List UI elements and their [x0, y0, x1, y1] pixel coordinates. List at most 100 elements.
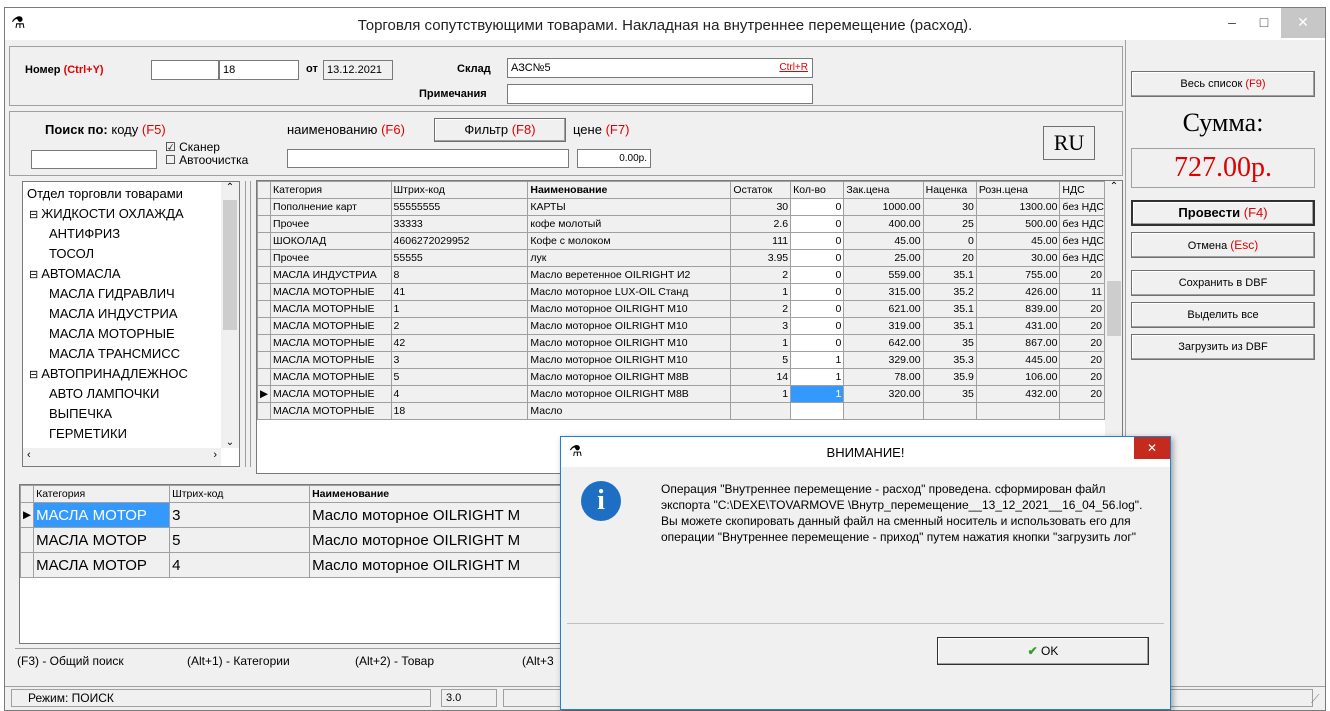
tree-item[interactable]: МАСЛА МОТОРНЫЕ — [49, 326, 175, 341]
tree-item[interactable]: АНТИФРИЗ — [49, 226, 120, 241]
name-search-input[interactable] — [287, 149, 569, 168]
chevron-right-icon[interactable]: › — [213, 449, 217, 461]
tree-item[interactable]: ⊟ АВТОМАСЛА — [29, 266, 121, 281]
table-cell[interactable]: 0 — [790, 266, 845, 284]
tree-item[interactable]: МАСЛА ИНДУСТРИА — [49, 306, 178, 321]
tree-collapse-icon[interactable]: ⊟ — [29, 269, 38, 281]
table-cell[interactable]: 1 — [790, 385, 845, 403]
table-row[interactable]: ▶ МАСЛА МОТОРНЫЕ 4 Масло моторное OILRIGHT … — [257, 385, 1105, 403]
tree-item[interactable]: ТОСОЛ — [49, 246, 94, 261]
splitter[interactable] — [245, 181, 251, 467]
products-scroll-thumb[interactable] — [1107, 281, 1121, 336]
tree-vscrollbar[interactable]: ⌃ ⌄ — [221, 182, 239, 448]
column-header[interactable]: Категория — [33, 485, 171, 503]
info-icon: i — [581, 481, 621, 521]
column-header[interactable]: Наименование — [309, 485, 571, 503]
table-cell[interactable]: 0 — [790, 215, 845, 233]
column-header[interactable]: Штрих-код — [169, 485, 311, 503]
tree-item[interactable]: ВЫПЕЧКА — [49, 406, 112, 421]
column-header[interactable]: Остаток — [730, 181, 792, 199]
column-header[interactable]: Категория — [270, 181, 392, 199]
close-button[interactable]: ✕ — [1281, 8, 1325, 38]
tree-item[interactable]: ⊟ АВТОПРИНАДЛЕЖНОС — [29, 366, 188, 381]
table-row[interactable]: МАСЛА МОТОР 4 Масло моторное OILRIGHT M — [20, 552, 571, 578]
chevron-down-icon[interactable]: ⌄ — [221, 437, 239, 448]
table-row[interactable]: ШОКОЛАД 4606272029952 Кофе с молоком 111 0 45… — [257, 232, 1105, 250]
table-row[interactable]: МАСЛА МОТОРНЫЕ 2 Масло моторное OILRIGHT М… — [257, 317, 1105, 335]
hotkey-general-search[interactable]: (F3) - Общий поиск — [17, 654, 124, 668]
table-cell[interactable]: 0 — [790, 317, 845, 335]
table-row[interactable]: МАСЛА МОТОРНЫЕ 42 Масло моторное OILRIGHT … — [257, 334, 1105, 352]
table-row[interactable]: Прочее 55555 лук 3.95 0 25.00 20 30.00 без НДС — [257, 249, 1105, 267]
table-cell[interactable]: 0 — [790, 300, 845, 318]
chevron-up-icon[interactable]: ⌃ — [221, 182, 239, 193]
table-row[interactable]: МАСЛА МОТОРНЫЕ 41 Масло моторное LUX-OIL С… — [257, 283, 1105, 301]
table-cell: Масло моторное OILRIGHT M — [309, 552, 571, 578]
select-all-button[interactable]: Выделить все — [1131, 302, 1315, 328]
full-list-button[interactable]: Весь список (F9) — [1131, 71, 1315, 97]
tree-collapse-icon[interactable]: ⊟ — [29, 369, 38, 381]
scanner-checkbox[interactable]: ☑ Сканер — [165, 141, 220, 153]
tree-collapse-icon[interactable]: ⊟ — [29, 209, 38, 221]
number-input-2[interactable]: 18 — [219, 60, 299, 80]
chevron-left-icon[interactable]: ‹ — [27, 449, 31, 461]
column-header[interactable]: Штрих-код — [390, 181, 529, 199]
column-header[interactable]: Наценка — [922, 181, 977, 199]
warehouse-input[interactable]: АЗС№5 Ctrl+R — [507, 58, 813, 78]
table-row[interactable]: Пополнение карт 55555555 КАРТЫ 30 0 1000.00 30… — [257, 198, 1105, 216]
column-header[interactable]: Кол-во — [790, 181, 845, 199]
products-grid[interactable]: Категория Штрих-код Наименование Остаток Кол… — [256, 180, 1123, 474]
table-cell[interactable]: 0 — [790, 232, 845, 250]
save-dbf-button[interactable]: Сохранить в DBF — [1131, 270, 1315, 296]
maximize-button[interactable]: □ — [1249, 8, 1279, 38]
table-row[interactable]: МАСЛА МОТОРНЫЕ 3 Масло моторное OILRIGHT М… — [257, 351, 1105, 369]
table-row[interactable]: МАСЛА МОТОРНЫЕ 1 Масло моторное OILRIGHT М… — [257, 300, 1105, 318]
tree-item[interactable]: ⊟ ЖИДКОСТИ ОХЛАЖДА — [29, 206, 184, 221]
table-row[interactable]: ▶ МАСЛА МОТОР 3 Масло моторное OILRIGHT M — [20, 502, 571, 528]
tree-scroll-thumb[interactable] — [223, 200, 237, 330]
column-header[interactable]: НДС — [1059, 181, 1105, 199]
tree-item[interactable]: МАСЛА ТРАНСМИСС — [49, 346, 180, 361]
products-vscrollbar[interactable]: ⌃ — [1105, 181, 1122, 473]
date-input[interactable]: 13.12.2021 — [323, 60, 393, 80]
resize-grip-icon[interactable]: ⟋ — [1311, 692, 1319, 707]
table-cell[interactable]: 0 — [790, 334, 845, 352]
autoclear-checkbox[interactable]: ☐ Автоочистка — [165, 154, 248, 166]
hotkey-alt3[interactable]: (Alt+3 — [522, 654, 554, 668]
dialog-close-icon[interactable]: ✕ — [1134, 437, 1170, 459]
table-cell[interactable]: 1 — [790, 351, 845, 369]
chevron-up-icon[interactable]: ⌃ — [1105, 181, 1122, 192]
tree-hscrollbar[interactable]: ‹ › — [23, 448, 221, 466]
table-cell[interactable]: 0 — [790, 283, 845, 301]
code-search-input[interactable] — [31, 150, 157, 169]
load-dbf-button[interactable]: Загрузить из DBF — [1131, 334, 1315, 360]
table-row[interactable]: МАСЛА МОТОР 5 Масло моторное OILRIGHT M — [20, 527, 571, 553]
hotkey-categories[interactable]: (Alt+1) - Категории — [187, 654, 290, 668]
table-row[interactable]: МАСЛА ИНДУСТРИА 8 Масло веретенное OILRIGH… — [257, 266, 1105, 284]
column-header[interactable]: Зак.цена — [843, 181, 924, 199]
warehouse-hotkey: Ctrl+R — [779, 62, 808, 73]
table-row[interactable]: МАСЛА МОТОРНЫЕ 18 Масло — [257, 402, 1105, 420]
notes-input[interactable] — [507, 84, 813, 104]
tree-item[interactable]: МАСЛА ГИДРАВЛИЧ — [49, 286, 175, 301]
number-input[interactable] — [151, 60, 219, 80]
column-header[interactable]: Наименование — [527, 181, 732, 199]
tree-item[interactable]: АВТО ЛАМПОЧКИ — [49, 386, 159, 401]
minimize-button[interactable]: – — [1217, 8, 1247, 38]
category-tree[interactable]: Отдел торговли товарами ⊟ ЖИДКОСТИ ОХЛАЖДА… — [22, 181, 240, 467]
table-cell[interactable]: 1 — [790, 368, 845, 386]
table-cell[interactable]: 0 — [790, 198, 845, 216]
column-header[interactable]: Розн.цена — [975, 181, 1061, 199]
cancel-button[interactable]: Отмена (Esc) — [1131, 232, 1315, 258]
price-search-input[interactable]: 0.00р. — [577, 149, 651, 168]
post-button[interactable]: Провести (F4) — [1131, 200, 1315, 226]
ok-button[interactable]: ✔ OK — [937, 637, 1149, 665]
table-row[interactable]: МАСЛА МОТОРНЫЕ 5 Масло моторное OILRIGHT М… — [257, 368, 1105, 386]
table-cell[interactable]: 0 — [790, 249, 845, 267]
tree-item[interactable]: ГЕРМЕТИКИ — [49, 426, 127, 441]
hotkey-goods[interactable]: (Alt+2) - Товар — [355, 654, 434, 668]
tree-item[interactable]: Отдел торговли товарами — [27, 186, 183, 201]
table-row[interactable]: Прочее 33333 кофе молотый 2.6 0 400.00 25 500.0… — [257, 215, 1105, 233]
filter-button[interactable]: Фильтр (F8) — [434, 118, 566, 142]
table-cell[interactable] — [790, 402, 845, 420]
